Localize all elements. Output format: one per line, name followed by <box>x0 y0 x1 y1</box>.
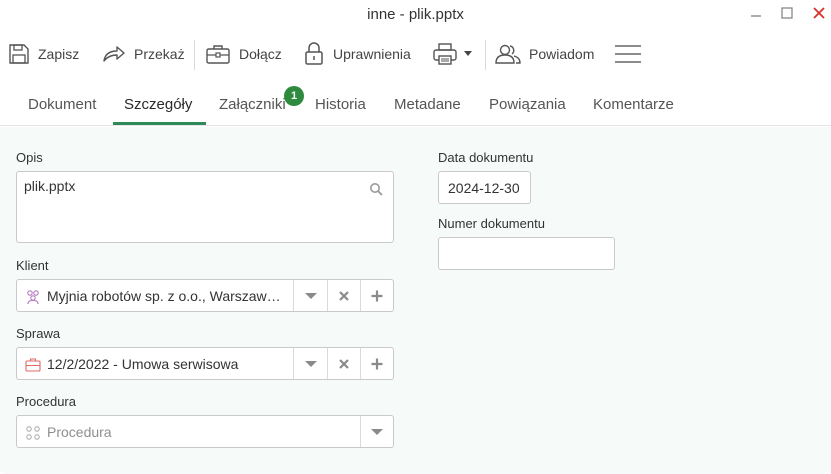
procedura-label: Procedura <box>16 394 76 409</box>
window-title: inne - plik.pptx <box>367 6 464 23</box>
printer-icon <box>433 43 457 65</box>
print-button[interactable] <box>432 32 473 76</box>
opis-value: plik.pptx <box>24 178 76 194</box>
users-icon <box>495 44 521 64</box>
close-icon <box>813 7 825 19</box>
sprawa-clear-button[interactable] <box>327 348 360 379</box>
klient-label: Klient <box>16 258 49 273</box>
close-button[interactable] <box>808 3 830 23</box>
briefcase-icon <box>206 45 230 64</box>
tab-powiazania[interactable]: Powiązania <box>489 96 566 113</box>
data-dokumentu-label: Data dokumentu <box>438 150 534 165</box>
clear-x-icon <box>339 290 349 301</box>
caret-down-icon <box>464 51 472 56</box>
lock-icon <box>305 42 323 65</box>
sprawa-label: Sprawa <box>16 326 61 341</box>
procedura-dropdown-button[interactable] <box>360 416 393 447</box>
plus-icon <box>371 290 383 301</box>
maximize-button[interactable] <box>776 3 798 23</box>
permissions-button[interactable]: Uprawnienia <box>302 32 411 76</box>
notify-label: Powiadom <box>529 46 595 62</box>
klient-dropdown-button[interactable] <box>293 280 327 311</box>
numer-dokumentu-label: Numer dokumentu <box>438 216 545 231</box>
sprawa-value: 12/2/2022 - Umowa serwisowa <box>47 356 239 372</box>
search-icon <box>370 183 383 196</box>
data-dokumentu-value: 2024-12-30 <box>448 180 520 196</box>
klient-combobox[interactable]: Myjnia robotów sp. z o.o., Warszawa, ul.… <box>16 279 394 312</box>
toolbar-divider <box>485 40 486 70</box>
menu-button[interactable] <box>614 32 642 76</box>
numer-dokumentu-field[interactable] <box>438 237 615 270</box>
toolbar: Zapisz Przekaż Dołącz Uprawnienia Powiad… <box>0 32 831 76</box>
caret-down-icon <box>304 292 317 299</box>
tab-dokument[interactable]: Dokument <box>28 96 96 113</box>
tab-komentarze[interactable]: Komentarze <box>593 96 674 113</box>
klient-add-button[interactable] <box>360 280 393 311</box>
forward-label: Przekaż <box>134 46 185 62</box>
klient-clear-button[interactable] <box>327 280 360 311</box>
details-panel: Opis plik.pptx Klient Myjnia robotów sp.… <box>0 127 831 474</box>
notify-button[interactable]: Powiadom <box>494 32 594 76</box>
tab-historia[interactable]: Historia <box>315 96 366 113</box>
hamburger-icon <box>615 45 641 63</box>
document-window: inne - plik.pptx Zapisz Przekaż Dołącz U… <box>0 0 831 474</box>
sprawa-dropdown-button[interactable] <box>293 348 327 379</box>
save-button[interactable]: Zapisz <box>7 32 79 76</box>
minimize-icon <box>751 15 761 17</box>
opis-label: Opis <box>16 150 43 165</box>
briefcase-icon <box>25 358 41 372</box>
tab-bar: Dokument Szczegóły Załączniki 1 Historia… <box>0 86 831 126</box>
active-tab-indicator <box>113 122 206 125</box>
tab-zalaczniki[interactable]: Załączniki <box>219 96 286 113</box>
attach-label: Dołącz <box>239 46 282 62</box>
klient-value: Myjnia robotów sp. z o.o., Warszawa, ul.… <box>47 288 287 304</box>
minimize-button[interactable] <box>745 3 767 23</box>
procedura-combobox[interactable]: Procedura <box>16 415 394 448</box>
forward-button[interactable]: Przekaż <box>101 32 185 76</box>
clear-x-icon <box>339 358 349 369</box>
maximize-icon <box>781 7 793 19</box>
sprawa-combobox[interactable]: 12/2/2022 - Umowa serwisowa <box>16 347 394 380</box>
sprawa-add-button[interactable] <box>360 348 393 379</box>
attach-button[interactable]: Dołącz <box>204 32 282 76</box>
share-arrow-icon <box>103 46 125 62</box>
workflow-icon <box>26 426 40 440</box>
caret-down-icon <box>304 360 317 367</box>
tab-szczegoly[interactable]: Szczegóły <box>124 96 192 113</box>
toolbar-divider <box>194 40 195 70</box>
opis-field[interactable]: plik.pptx <box>16 171 394 243</box>
permissions-label: Uprawnienia <box>333 46 411 62</box>
title-bar: inne - plik.pptx <box>0 0 831 30</box>
tab-metadane[interactable]: Metadane <box>394 96 461 113</box>
procedura-placeholder: Procedura <box>47 424 112 440</box>
data-dokumentu-field[interactable]: 2024-12-30 <box>438 171 531 204</box>
floppy-icon <box>9 44 29 64</box>
save-label: Zapisz <box>38 46 80 62</box>
caret-down-icon <box>371 428 383 435</box>
contacts-icon <box>27 290 39 305</box>
attachments-count-badge: 1 <box>284 86 304 106</box>
plus-icon <box>371 358 383 369</box>
